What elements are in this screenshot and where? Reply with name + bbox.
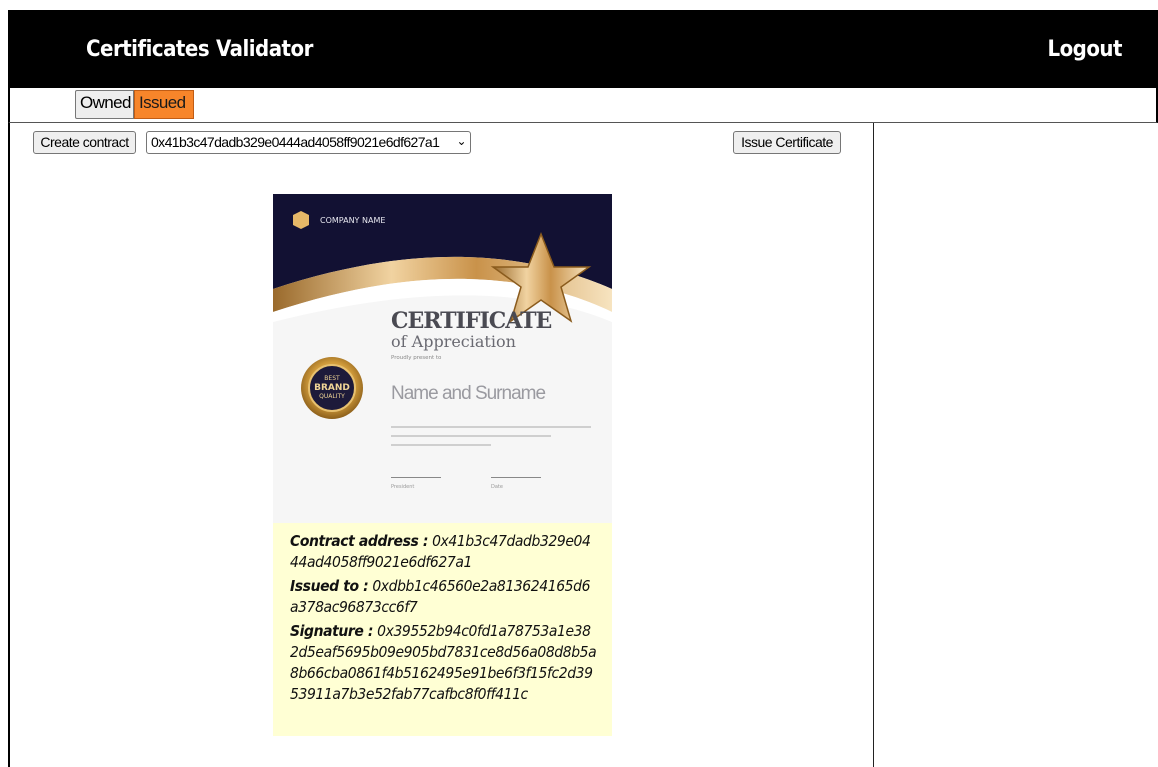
issued-to-line: Issued to : 0xdbb1c46560e2a813624165d6a3… [290, 576, 598, 618]
quality-badge-icon: BEST BRAND QUALITY [301, 357, 363, 419]
contract-address-line: Contract address : 0x41b3c47dadb329e0444… [290, 531, 598, 573]
navbar: Certificates Validator Logout [8, 10, 1158, 88]
cert-title: CERTIFICATE [391, 308, 551, 334]
right-panel [874, 123, 1158, 767]
certificate-details: Contract address : 0x41b3c47dadb329e0444… [273, 523, 612, 736]
nav-certificates-link[interactable]: Certificates [86, 37, 210, 62]
issue-certificate-button[interactable]: Issue Certificate [733, 131, 841, 154]
certificate-artwork: COMPANY NAME CERTIFICATE of Appreciation… [273, 194, 612, 523]
svg-text:QUALITY: QUALITY [319, 393, 345, 400]
contract-select[interactable]: 0x41b3c47dadb329e0444ad4058ff9021e6df627… [146, 131, 471, 154]
chevron-down-icon: ⌄ [456, 134, 467, 148]
svg-text:BRAND: BRAND [314, 383, 350, 393]
contract-address-label: Contract address : [290, 532, 429, 550]
cert-subtitle: of Appreciation [391, 332, 516, 351]
cert-recipient: Name and Surname [391, 383, 545, 404]
create-contract-button[interactable]: Create contract [33, 131, 136, 154]
signature-label: Signature : [290, 622, 374, 640]
contract-select-value: 0x41b3c47dadb329e0444ad4058ff9021e6df627… [151, 134, 440, 150]
tabs-row: Owned Issued [8, 88, 1158, 123]
app-frame: Certificates Validator Logout Owned Issu… [8, 10, 1158, 767]
issued-to-label: Issued to : [290, 577, 369, 595]
sign-left-label: President [391, 484, 414, 490]
certificate-image: COMPANY NAME CERTIFICATE of Appreciation… [273, 194, 612, 523]
tab-owned[interactable]: Owned [75, 90, 134, 119]
main-panel: Create contract 0x41b3c47dadb329e0444ad4… [8, 123, 874, 767]
svg-text:BEST: BEST [324, 375, 340, 382]
logout-link[interactable]: Logout [1047, 37, 1122, 62]
nav-validator-link[interactable]: Validator [216, 37, 313, 62]
cert-presented: Proudly present to [391, 355, 442, 361]
tab-issued[interactable]: Issued [134, 90, 194, 119]
sign-right-label: Date [491, 484, 503, 490]
signature-line: Signature : 0x39552b94c0fd1a78753a1e382d… [290, 621, 598, 705]
company-name-text: COMPANY NAME [320, 216, 385, 225]
